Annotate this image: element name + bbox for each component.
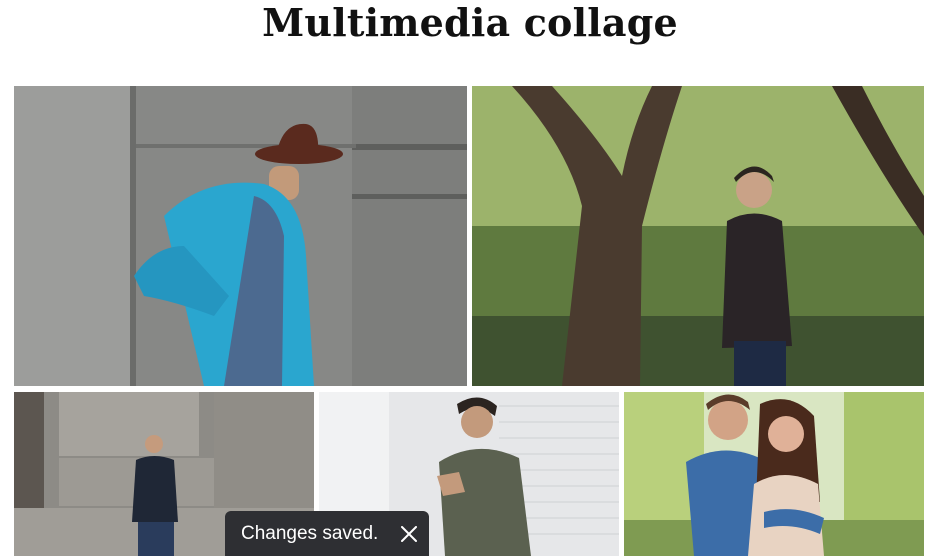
page-title: Multimedia collage <box>262 0 678 45</box>
collage-photo-2[interactable] <box>472 86 924 386</box>
photo-image <box>14 86 467 386</box>
toast-notification: Changes saved. <box>225 511 429 556</box>
photo-image <box>624 392 924 556</box>
collage-photo-1[interactable] <box>14 86 467 386</box>
toast-message: Changes saved. <box>241 522 379 544</box>
photo-image <box>472 86 924 386</box>
collage-photo-5[interactable] <box>624 392 924 556</box>
close-icon[interactable] <box>389 511 429 556</box>
